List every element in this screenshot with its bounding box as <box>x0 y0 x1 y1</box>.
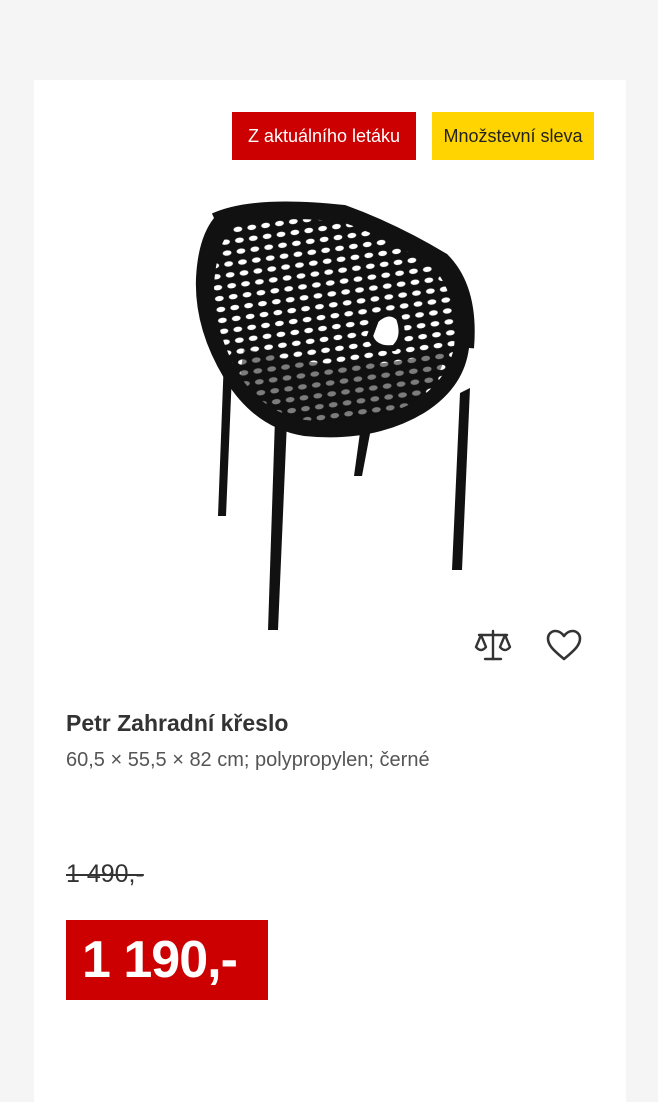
chair-image <box>195 201 475 630</box>
product-image[interactable] <box>184 198 484 638</box>
compare-button[interactable] <box>471 623 515 667</box>
flyer-badge: Z aktuálního letáku <box>232 112 416 160</box>
product-card[interactable]: Z aktuálního letáku Množstevní sleva Pet… <box>34 80 626 1102</box>
product-description: 60,5 × 55,5 × 82 cm; polypropylen; černé <box>66 749 430 771</box>
price-badge: 1 190,- <box>66 920 268 1000</box>
page: Z aktuálního letáku Množstevní sleva Pet… <box>0 0 658 1102</box>
heart-icon <box>546 629 582 661</box>
scale-icon <box>474 629 512 661</box>
wishlist-button[interactable] <box>542 623 586 667</box>
product-title[interactable]: Petr Zahradní křeslo <box>66 710 606 737</box>
quantity-discount-badge: Množstevní sleva <box>432 112 594 160</box>
current-price: 1 190,- <box>82 931 238 989</box>
old-price: 1 490,- <box>66 860 144 888</box>
